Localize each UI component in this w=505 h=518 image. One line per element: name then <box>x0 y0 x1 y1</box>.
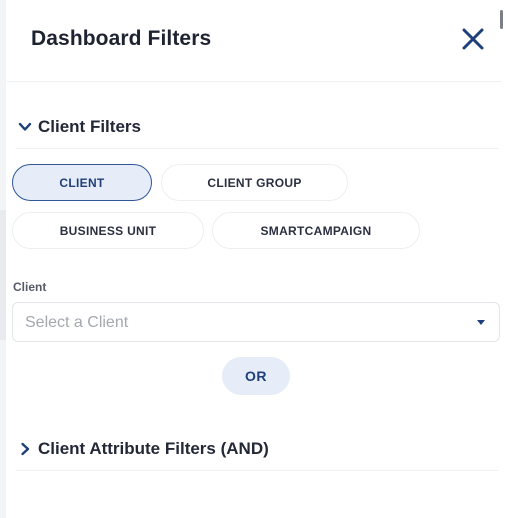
client-select[interactable]: Select a Client <box>12 302 500 342</box>
client-filters-title: Client Filters <box>38 117 141 136</box>
attribute-filters-toggle[interactable]: Client Attribute Filters (AND) <box>16 430 498 471</box>
page-title: Dashboard Filters <box>31 27 212 50</box>
tab-client[interactable]: CLIENT <box>12 164 152 201</box>
tab-client-group[interactable]: CLIENT GROUP <box>161 164 348 201</box>
panel-header: Dashboard Filters <box>7 0 502 82</box>
backdrop-edge <box>0 0 6 518</box>
client-field-label: Client <box>13 280 47 294</box>
tab-smartcampaign[interactable]: SMARTCAMPAIGN <box>212 212 420 249</box>
tab-business-unit[interactable]: BUSINESS UNIT <box>12 212 204 249</box>
or-button[interactable]: OR <box>222 357 290 395</box>
client-select-placeholder: Select a Client <box>25 314 129 331</box>
chevron-down-icon <box>18 122 32 131</box>
close-button[interactable] <box>460 26 486 52</box>
caret-down-icon <box>477 320 485 325</box>
attribute-filters-title: Client Attribute Filters (AND) <box>38 439 269 458</box>
client-filters-toggle[interactable]: Client Filters <box>16 108 498 149</box>
close-icon <box>462 28 484 50</box>
chevron-right-icon <box>21 442 30 456</box>
